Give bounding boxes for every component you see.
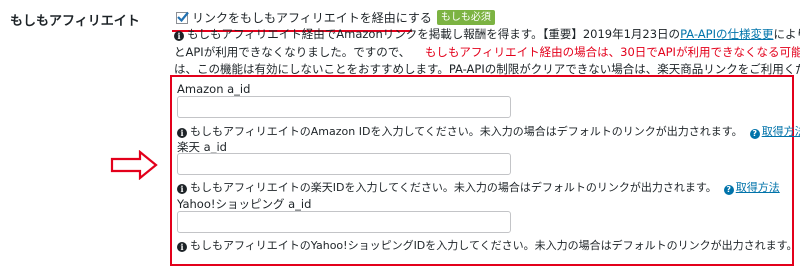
moshimo-checkbox[interactable] xyxy=(176,11,189,24)
yahoo-aid-input[interactable] xyxy=(177,211,511,233)
amazon-aid-help: i もしもアフィリエイトのAmazon IDを入力してください。未入力の場合はデフ… xyxy=(177,124,800,139)
annotation-arrow-icon xyxy=(110,149,158,184)
moshimo-checkbox-row[interactable]: リンクをもしもアフィリエイトを経由にする もしも必須 xyxy=(176,9,495,26)
moshimo-required-badge: もしも必須 xyxy=(436,10,495,25)
amazon-aid-label: Amazon a_id xyxy=(177,82,251,96)
info-icon: i xyxy=(174,31,184,41)
help-icon: ? xyxy=(723,185,734,195)
section-label: もしもアフィリエイト xyxy=(10,14,140,29)
description-line-1: i もしもアフィリエイト経由でAmazonリンクを掲載し報酬を得ます。【重要】20… xyxy=(174,26,800,43)
yahoo-aid-label: Yahoo!ショッピング a_id xyxy=(177,197,312,211)
amazon-aid-howto-link[interactable]: 取得方法 xyxy=(762,125,800,138)
pa-api-spec-change-link[interactable]: PA-APIの仕様変更 xyxy=(680,27,773,41)
warning-text: もしもアフィリエイト経由の場合は、30日でAPIが利用できなくなる可能性があり xyxy=(424,45,800,59)
yahoo-aid-help: i もしもアフィリエイトのYahoo!ショッピングIDを入力してください。未入力の… xyxy=(177,238,798,253)
moshimo-checkbox-label: リンクをもしもアフィリエイトを経由にする xyxy=(192,11,432,25)
description-line-2: とAPIが利用できなくなりました。ですので、 もしもアフィリエイト経由の場合は、… xyxy=(174,44,800,61)
amazon-aid-input[interactable] xyxy=(177,96,511,118)
checkmark-icon xyxy=(177,11,189,22)
info-icon: i xyxy=(177,128,187,138)
rakuten-aid-howto-link[interactable]: 取得方法 xyxy=(736,181,780,194)
rakuten-aid-help: i もしもアフィリエイトの楽天IDを入力してください。未入力の場合はデフォルトのリ… xyxy=(177,180,780,195)
info-icon: i xyxy=(177,242,187,252)
help-icon: ? xyxy=(749,129,760,139)
info-icon: i xyxy=(177,184,187,194)
rakuten-aid-input[interactable] xyxy=(177,153,511,175)
